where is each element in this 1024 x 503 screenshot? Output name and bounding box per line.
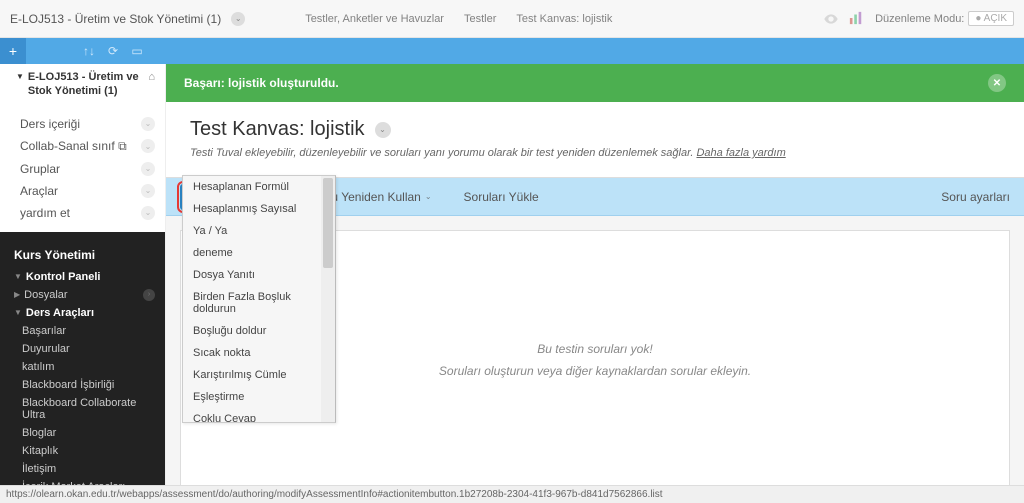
help-link[interactable]: Daha fazla yardım <box>696 147 785 159</box>
dropdown-item[interactable]: Ya / Ya <box>183 220 335 242</box>
chart-icon[interactable] <box>849 11 865 27</box>
dropdown-item[interactable]: Dosya Yanıtı <box>183 264 335 286</box>
dark-sub-achievements[interactable]: Başarılar <box>0 322 165 340</box>
empty-message-1: Bu testin soruları yok! <box>537 342 652 356</box>
dark-sub-attendance[interactable]: katılım <box>0 358 165 376</box>
upload-questions-button[interactable]: Soruları Yükle <box>454 184 549 210</box>
scrollbar-thumb[interactable] <box>323 178 333 268</box>
chevron-down-icon: ⌄ <box>425 192 432 201</box>
dropdown-item[interactable]: Boşluğu doldur <box>183 320 335 342</box>
breadcrumb-item[interactable]: Testler, Anketler ve Havuzlar <box>305 13 444 25</box>
sidebar-item-collab[interactable]: Collab-Sanal sınıf ⧉ ⌄ <box>0 135 165 158</box>
refresh-icon[interactable]: ⟳ <box>101 38 125 64</box>
folder-icon[interactable]: ▭ <box>125 38 149 64</box>
sidebar: ▼ E-LOJ513 - Üretim ve Stok Yönetimi (1)… <box>0 64 166 503</box>
blue-toolbar: + ↑↓ ⟳ ▭ <box>0 38 1024 64</box>
dropdown-item[interactable]: deneme <box>183 242 335 264</box>
sidebar-item-content[interactable]: Ders içeriği ⌄ <box>0 113 165 135</box>
dropdown-item[interactable]: Eşleştirme <box>183 386 335 408</box>
status-bar: https://olearn.okan.edu.tr/webapps/asses… <box>0 485 1024 503</box>
dropdown-item[interactable]: Hesaplanmış Sayısal <box>183 198 335 220</box>
chevron-icon: ⌄ <box>141 162 155 176</box>
eye-icon[interactable] <box>823 11 839 27</box>
home-icon[interactable]: ⌂ <box>148 70 155 84</box>
chevron-down-icon[interactable]: ⌄ <box>231 12 245 26</box>
chevron-down-icon[interactable]: ⌄ <box>375 122 391 138</box>
close-icon[interactable]: ✕ <box>988 74 1006 92</box>
sidebar-item-groups[interactable]: Gruplar ⌄ <box>0 158 165 180</box>
header-course-title: E-LOJ513 - Üretim ve Stok Yönetimi (1) <box>10 12 221 26</box>
dark-sub-contact[interactable]: İletişim <box>0 460 165 478</box>
up-down-icon[interactable]: ↑↓ <box>77 38 101 64</box>
page-header: Test Kanvas: lojistik ⌄ Testi Tuval ekle… <box>166 102 1024 178</box>
chevron-icon: ⌄ <box>141 206 155 220</box>
dropdown-item[interactable]: Karıştırılmış Cümle <box>183 364 335 386</box>
dropdown-item[interactable]: Hesaplanan Formül <box>183 176 335 198</box>
page-title: Test Kanvas: lojistik ⌄ <box>190 118 1000 141</box>
edit-mode-label: Düzenleme Modu: <box>875 13 964 25</box>
page-description: Testi Tuval ekleyebilir, düzenleyebilir … <box>190 147 1000 159</box>
question-settings-link[interactable]: Soru ayarları <box>941 190 1010 204</box>
chevron-icon: ⌄ <box>141 139 155 153</box>
chevron-icon: ⌄ <box>141 184 155 198</box>
dark-item-files[interactable]: ▶Dosyalar › <box>0 286 165 304</box>
banner-text: Başarı: lojistik oluşturuldu. <box>184 76 339 90</box>
sidebar-course-title[interactable]: ▼ E-LOJ513 - Üretim ve Stok Yönetimi (1)… <box>0 64 165 105</box>
chevron-icon: ⌄ <box>141 117 155 131</box>
dark-item-control-panel[interactable]: ▼Kontrol Paneli <box>0 268 165 286</box>
dark-sub-library[interactable]: Kitaplık <box>0 442 165 460</box>
edit-mode: Düzenleme Modu: ● AÇIK <box>875 11 1014 26</box>
top-header: E-LOJ513 - Üretim ve Stok Yönetimi (1) ⌄… <box>0 0 1024 38</box>
scrollbar[interactable] <box>321 176 335 422</box>
arrow-icon: › <box>143 289 155 301</box>
sidebar-item-tools[interactable]: Araçlar ⌄ <box>0 180 165 202</box>
empty-message-2: Soruları oluşturun veya diğer kaynaklard… <box>439 364 751 378</box>
dark-sub-bb-collab[interactable]: Blackboard İşbirliği <box>0 376 165 394</box>
dark-item-course-tools[interactable]: ▼Ders Araçları <box>0 304 165 322</box>
dropdown-item[interactable]: Birden Fazla Boşluk doldurun <box>183 286 335 320</box>
edit-mode-toggle[interactable]: ● AÇIK <box>968 11 1014 26</box>
breadcrumb: Testler, Anketler ve Havuzlar Testler Te… <box>305 13 612 25</box>
breadcrumb-item[interactable]: Test Kanvas: lojistik <box>516 13 612 25</box>
external-icon: ⧉ <box>118 139 127 153</box>
sidebar-management: Kurs Yönetimi ▼Kontrol Paneli ▶Dosyalar … <box>0 232 165 503</box>
success-banner: Başarı: lojistik oluşturuldu. ✕ <box>166 64 1024 102</box>
dropdown-item[interactable]: Çoklu Cevap <box>183 408 335 422</box>
dark-sub-bb-ultra[interactable]: Blackboard Collaborate Ultra <box>0 394 165 424</box>
dark-sub-blogs[interactable]: Bloglar <box>0 424 165 442</box>
management-title: Kurs Yönetimi <box>0 242 165 268</box>
dropdown-item[interactable]: Sıcak nokta <box>183 342 335 364</box>
add-button[interactable]: + <box>0 38 26 64</box>
status-url: https://olearn.okan.edu.tr/webapps/asses… <box>6 489 663 500</box>
question-type-dropdown: Hesaplanan FormülHesaplanmış SayısalYa /… <box>182 175 336 423</box>
sidebar-item-help[interactable]: yardım et ⌄ <box>0 202 165 224</box>
breadcrumb-item[interactable]: Testler <box>464 13 496 25</box>
dark-sub-announcements[interactable]: Duyurular <box>0 340 165 358</box>
